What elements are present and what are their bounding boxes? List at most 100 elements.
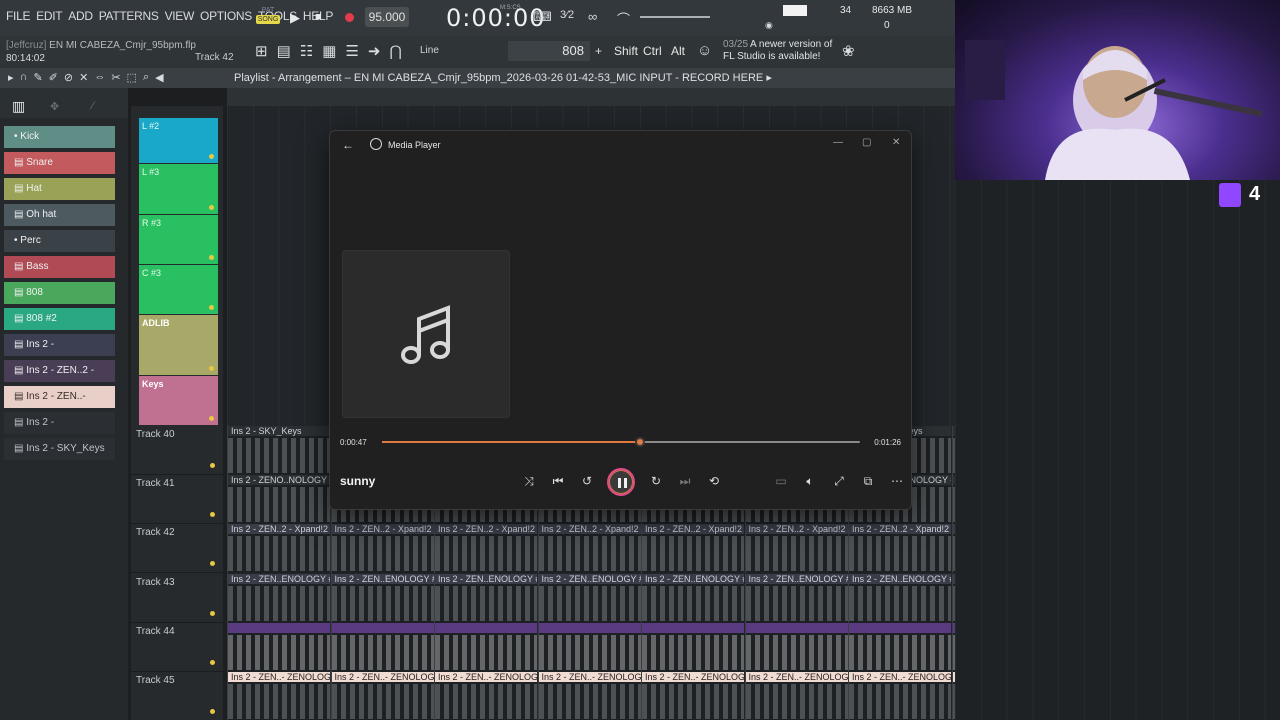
- arrow-right-icon[interactable]: ➜: [368, 42, 381, 60]
- pattern-clip[interactable]: Ins 2 - ZEN..ENOLOGY #2: [848, 573, 951, 623]
- shuffle-icon[interactable]: ⤨: [521, 474, 537, 489]
- pat-song-toggle[interactable]: PAT SONG: [256, 6, 280, 30]
- pattern-clip[interactable]: Ins 2 - ZEN..ENOLOGY #2: [227, 573, 330, 623]
- add-pattern-icon[interactable]: +: [595, 44, 602, 58]
- pattern-clip[interactable]: Ins 2 - ZEN..ENOLOGY #2: [744, 573, 848, 623]
- pattern-clip[interactable]: [848, 622, 951, 672]
- channel-6[interactable]: ▤ 808: [4, 282, 115, 304]
- menu-file[interactable]: FILE: [6, 9, 30, 23]
- pattern-clip[interactable]: Ins 2 - ZEN..ENOLOGY #2: [641, 573, 744, 623]
- pattern-clip[interactable]: Ins 2 - ZEN..ENOLOGY #2: [537, 573, 641, 623]
- pattern-clip[interactable]: Ins 2 - ZEN..ENOLOGY #2: [330, 573, 434, 623]
- channel-5[interactable]: ▤ Bass: [4, 256, 115, 278]
- repeat-off-icon[interactable]: ⟲: [706, 474, 722, 488]
- channel-3[interactable]: ▤ Oh hat: [4, 204, 115, 226]
- track-header[interactable]: Track 40: [131, 426, 223, 475]
- pattern-clip[interactable]: Ins 2 - ZEN..ENOLOGY #2: [434, 573, 537, 623]
- pattern-clip[interactable]: Ins 2 - ZEN..- ZENOLOGY: [330, 672, 434, 720]
- track-block-0[interactable]: L #2: [139, 118, 218, 163]
- pattern-clip[interactable]: Ins 2 - ZEN..- ZENOLOGY: [848, 672, 951, 720]
- fullscreen-icon[interactable]: ⤢: [831, 474, 847, 489]
- pattern-clip[interactable]: [641, 622, 744, 672]
- zoom-icon[interactable]: ⌕: [143, 71, 149, 84]
- volume-icon[interactable]: 🔈︎: [802, 474, 818, 489]
- piano-roll-icon[interactable]: ▤: [277, 42, 291, 60]
- pattern-clip[interactable]: Ins 2 - ZEN..2 - Xpand!2: [848, 524, 951, 574]
- rewind-10-icon[interactable]: ↺: [579, 474, 595, 488]
- delete-icon[interactable]: ⊘: [64, 71, 73, 84]
- channel-10[interactable]: ▤ Ins 2 - ZEN..- ZENOLOGY: [4, 386, 115, 424]
- pattern-clip[interactable]: Ins 2 - ZEN..2 - Xpand!2: [744, 524, 848, 574]
- pattern-clip[interactable]: Ins 2 - ZEN..- ZENOLOGY: [537, 672, 641, 720]
- mixer-icon[interactable]: ▦: [322, 42, 336, 60]
- magnet-icon[interactable]: ⋂: [389, 42, 401, 60]
- pattern-clip[interactable]: Ins 2 - ZEN..- ZENOLOGY: [641, 672, 744, 720]
- track-header[interactable]: Track 41: [131, 475, 223, 525]
- paint-icon[interactable]: ✐: [49, 71, 58, 84]
- news-icon[interactable]: ☺: [697, 42, 712, 59]
- menu-patterns[interactable]: PATTERNS: [99, 9, 159, 23]
- more-icon[interactable]: ⋯: [889, 474, 905, 488]
- pattern-clip[interactable]: [330, 622, 434, 672]
- captions-icon[interactable]: ▭: [773, 474, 789, 488]
- pattern-clip[interactable]: [744, 622, 848, 672]
- channel-2[interactable]: ▤ Hat: [4, 178, 115, 200]
- channel-9[interactable]: ▤ Ins 2 - ZEN..2 - Xpand!2: [4, 360, 115, 398]
- track-header[interactable]: Track 45: [131, 672, 223, 720]
- pattern-clip[interactable]: Ins 2 - ZEN..2 - Xpand!2: [330, 524, 434, 574]
- ctrl-key[interactable]: Ctrl: [643, 44, 662, 58]
- mini-player-icon[interactable]: ⧉: [860, 474, 876, 489]
- menu-options[interactable]: OPTIONS: [200, 9, 252, 23]
- pattern-clip[interactable]: Ins 2 - ZEN..2 - Xpand!2: [227, 524, 330, 574]
- track-block-2[interactable]: R #3: [139, 215, 218, 264]
- browser-icon[interactable]: ☰: [345, 42, 358, 60]
- close-icon[interactable]: ✕: [892, 137, 900, 148]
- mute-icon[interactable]: ✕: [79, 71, 88, 84]
- menu-view[interactable]: VIEW: [165, 9, 195, 23]
- track-header[interactable]: Track 42: [131, 524, 223, 574]
- song-time-display[interactable]: 0:00:00: [446, 4, 546, 32]
- channel-1[interactable]: ▤ Snare: [4, 152, 115, 174]
- pause-button[interactable]: [607, 468, 635, 496]
- snap-select[interactable]: Line: [420, 45, 439, 56]
- pattern-clip[interactable]: Ins 2 - SKY_Keys: [227, 426, 330, 475]
- minimize-icon[interactable]: —: [833, 137, 843, 148]
- record-icon[interactable]: [345, 13, 354, 22]
- alt-key[interactable]: Alt: [671, 44, 685, 58]
- pattern-clip[interactable]: Ins 2 - ZEN..- ZENOLOGY: [434, 672, 537, 720]
- pattern-clip[interactable]: Ins 2 - ZEN..2 - Xpand!2: [434, 524, 537, 574]
- loop-record-icon[interactable]: ∞: [588, 9, 597, 24]
- playlist-icon[interactable]: ⊞: [255, 42, 268, 60]
- forward-30-icon[interactable]: ↻: [648, 474, 664, 488]
- track-header[interactable]: Track 44: [131, 623, 223, 672]
- speaker-icon[interactable]: ◀: [155, 71, 163, 84]
- track-block-4[interactable]: ADLIB: [139, 315, 218, 375]
- select-icon[interactable]: ⬚: [127, 71, 137, 84]
- news-line1[interactable]: A newer version of: [750, 39, 840, 51]
- magnet-tool-icon[interactable]: ∩: [20, 71, 28, 84]
- maximize-icon[interactable]: ▢: [862, 137, 871, 148]
- track-block-5[interactable]: Keys: [139, 376, 218, 425]
- channel-rack-icon[interactable]: ☷: [300, 42, 313, 60]
- metronome-icon[interactable]: ⌒: [617, 9, 630, 28]
- next-icon[interactable]: ⏭: [677, 474, 693, 489]
- back-icon[interactable]: ←: [342, 138, 354, 152]
- channel-0[interactable]: • Kick: [4, 126, 115, 148]
- menu-edit[interactable]: EDIT: [36, 9, 62, 23]
- pattern-clip[interactable]: Ins 2 - ZEN..2 - Xpand!2: [537, 524, 641, 574]
- pencil-icon[interactable]: ✎: [33, 71, 42, 84]
- slip-icon[interactable]: ⇔: [94, 71, 105, 84]
- seek-bar[interactable]: [382, 437, 860, 447]
- slice-icon[interactable]: ✂: [111, 71, 120, 84]
- fl-logo-icon[interactable]: ❀: [842, 42, 855, 60]
- channel-8[interactable]: ▤ Ins 2 - ZEN..ENOLOGY #2: [4, 334, 115, 372]
- countdown-icon[interactable]: 3⁄2: [560, 9, 574, 21]
- master-volume-slider[interactable]: [640, 16, 710, 18]
- shift-key[interactable]: Shift: [614, 44, 638, 58]
- seek-thumb[interactable]: [635, 437, 646, 447]
- news-line2[interactable]: FL Studio is available!: [723, 51, 820, 62]
- track-header[interactable]: Track 43: [131, 574, 223, 623]
- pattern-clip[interactable]: Ins 2 - ZENO..NOLOGY #3: [227, 475, 330, 525]
- pattern-clip[interactable]: [537, 622, 641, 672]
- tempo-display[interactable]: 95.000: [365, 7, 409, 27]
